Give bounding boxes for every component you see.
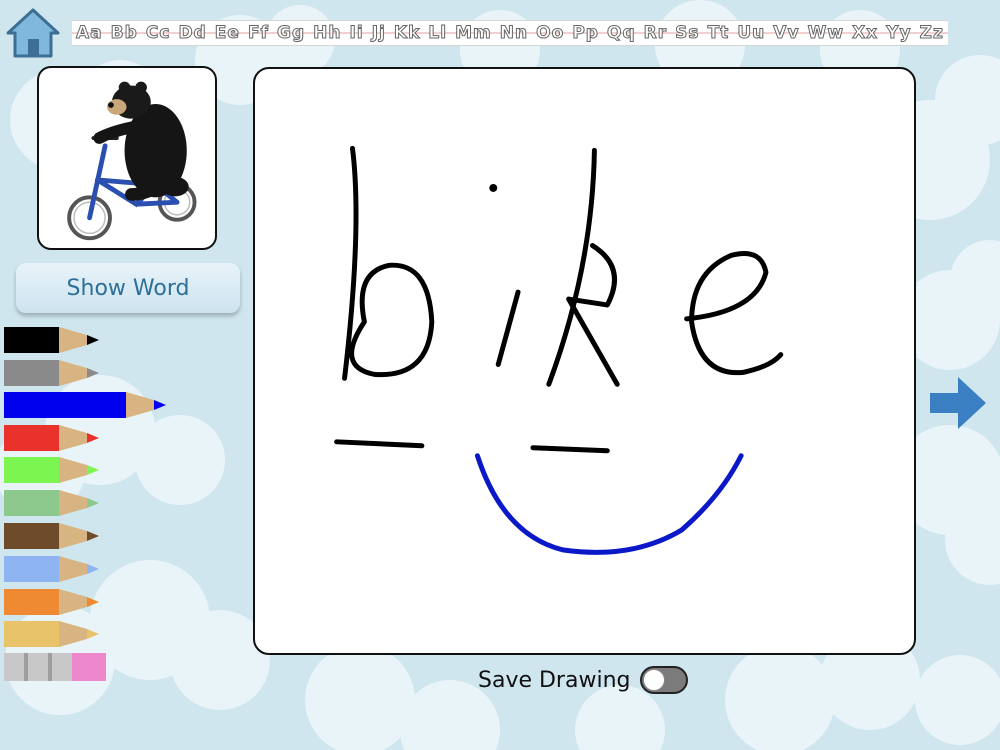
alphabet-letter[interactable]: Nn xyxy=(499,23,528,44)
pencil-8[interactable] xyxy=(4,589,101,615)
alphabet-letter[interactable]: Ss xyxy=(675,23,699,44)
picture-card xyxy=(37,66,217,250)
alphabet-letter[interactable]: Oo xyxy=(536,23,564,44)
bear-on-bike-image xyxy=(67,81,197,241)
alphabet-letter[interactable]: Dd xyxy=(178,23,206,44)
alphabet-letter[interactable]: Qq xyxy=(607,23,636,44)
alphabet-strip: Aa Bb Cc Dd Ee Ff Gg Hh Ii Jj Kk Ll Mm Nn Oo Pp Qq Rr Ss Tt… xyxy=(72,20,948,46)
pencil-5[interactable] xyxy=(4,490,101,516)
pencil-6[interactable] xyxy=(4,523,101,549)
alphabet-letter[interactable]: Xx xyxy=(852,23,878,44)
alphabet-letter[interactable]: Kk xyxy=(393,23,420,44)
pencil-7[interactable] xyxy=(4,556,101,582)
arrow-right-icon[interactable] xyxy=(930,375,986,431)
show-word-label: Show Word xyxy=(66,275,190,301)
alphabet-letter[interactable]: Aa xyxy=(76,23,103,44)
home-icon[interactable] xyxy=(4,6,62,60)
alphabet-letter[interactable]: Rr xyxy=(643,23,667,44)
alphabet-letter[interactable]: Bb xyxy=(110,23,138,44)
alphabet-letter[interactable]: Cc xyxy=(145,23,171,44)
alphabet-letter[interactable]: Ee xyxy=(214,23,240,44)
alphabet-letter[interactable]: Ww xyxy=(807,23,844,44)
alphabet-letter[interactable]: Mm xyxy=(455,23,492,44)
alphabet-letter[interactable]: Uu xyxy=(737,23,765,44)
alphabet-letter[interactable]: Tt xyxy=(707,23,730,44)
drawing-canvas[interactable] xyxy=(253,67,916,655)
pencil-4[interactable] xyxy=(4,457,101,483)
pencil-2[interactable] xyxy=(4,392,168,418)
save-drawing-toggle[interactable] xyxy=(640,666,689,694)
save-drawing-control: Save Drawing xyxy=(478,666,689,694)
alphabet-letter[interactable]: Jj xyxy=(371,23,386,44)
alphabet-letter[interactable]: Vv xyxy=(773,23,799,44)
pencil-3[interactable] xyxy=(4,425,101,451)
alphabet-letter[interactable]: Hh xyxy=(313,23,341,44)
alphabet-letter[interactable]: Gg xyxy=(276,23,305,44)
save-drawing-label: Save Drawing xyxy=(478,667,631,693)
alphabet-letter[interactable]: Ll xyxy=(428,23,447,44)
alphabet-letter[interactable]: Pp xyxy=(572,23,599,44)
handwriting-drawing xyxy=(334,145,784,555)
alphabet-letter[interactable]: Yy xyxy=(886,23,911,44)
alphabet-letter[interactable]: Ii xyxy=(349,23,364,44)
pencil-1[interactable] xyxy=(4,360,101,386)
pencil-9[interactable] xyxy=(4,621,101,647)
pencil-0[interactable] xyxy=(4,327,101,353)
show-word-button[interactable]: Show Word xyxy=(16,263,240,313)
alphabet-letter[interactable]: Zz xyxy=(919,23,944,44)
alphabet-letter[interactable]: Ff xyxy=(247,23,269,44)
eraser-tool[interactable] xyxy=(4,653,106,681)
